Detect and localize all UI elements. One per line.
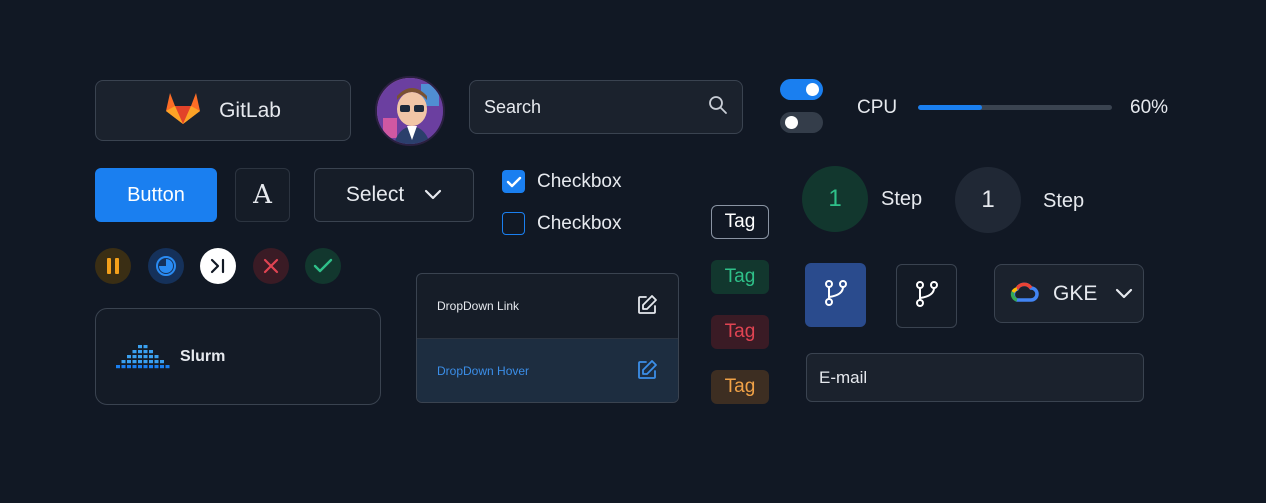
- slurm-logo-dot: [138, 365, 142, 369]
- google-cloud-icon: [1009, 280, 1039, 308]
- toggle-knob: [806, 83, 819, 96]
- edit-icon[interactable]: [636, 294, 658, 319]
- branch-button[interactable]: [896, 264, 957, 328]
- cpu-progress-fill: [918, 105, 983, 110]
- email-placeholder: E-mail: [819, 367, 868, 387]
- font-button[interactable]: A: [235, 168, 290, 222]
- gke-label: GKE: [1053, 281, 1098, 305]
- slurm-logo-dot: [127, 360, 131, 364]
- gitlab-button-label: GitLab: [219, 98, 281, 122]
- search-placeholder: Search: [484, 96, 542, 117]
- slurm-logo-dot: [149, 360, 153, 364]
- cpu-progress-bar: [918, 105, 1112, 110]
- step-indicator-active[interactable]: 1: [802, 166, 868, 232]
- slurm-logo-dot: [127, 365, 131, 369]
- dropdown-item-label: DropDown Link: [437, 299, 520, 313]
- slurm-card[interactable]: Slurm: [95, 308, 381, 405]
- checkbox-box: [502, 212, 525, 235]
- avatar[interactable]: [375, 76, 445, 146]
- toggle-on[interactable]: [780, 79, 823, 100]
- gitlab-logo-icon: [165, 91, 201, 131]
- select-label: Select: [345, 183, 405, 206]
- close-icon[interactable]: [253, 248, 289, 284]
- slurm-logo-dot: [154, 355, 159, 359]
- skip-next-icon[interactable]: [200, 248, 236, 284]
- gitlab-button[interactable]: GitLab: [95, 80, 351, 141]
- checkbox-label: Checkbox: [537, 212, 622, 234]
- slurm-logo-icon: [114, 339, 172, 374]
- check-icon[interactable]: [305, 248, 341, 284]
- pause-icon[interactable]: [95, 248, 131, 284]
- slurm-logo-dot: [121, 360, 126, 364]
- dropdown-menu: DropDown Link DropDown Hover: [416, 273, 679, 403]
- slurm-logo-dot: [149, 355, 153, 359]
- toggle-off[interactable]: [780, 112, 823, 133]
- slurm-logo-dot: [149, 350, 153, 354]
- gke-select[interactable]: GKE: [994, 264, 1144, 323]
- email-field[interactable]: E-mail: [806, 353, 1144, 402]
- search-icon[interactable]: [708, 95, 728, 120]
- checkbox-checked[interactable]: Checkbox: [502, 170, 622, 193]
- slurm-logo-dot: [154, 365, 159, 369]
- step-label: Step: [1043, 190, 1085, 212]
- slurm-logo-dot: [143, 350, 148, 354]
- slurm-logo-dot: [127, 355, 131, 359]
- select-dropdown[interactable]: Select: [314, 168, 474, 222]
- dropdown-item[interactable]: DropDown Link: [417, 274, 678, 338]
- git-branch-icon: [914, 280, 940, 313]
- tag-default[interactable]: Tag: [711, 205, 769, 239]
- slurm-logo-dot: [160, 365, 164, 369]
- slurm-label: Slurm: [180, 347, 226, 365]
- slurm-logo-dot: [132, 355, 137, 359]
- slurm-logo-dot: [143, 365, 148, 369]
- step-indicator[interactable]: 1: [955, 167, 1021, 233]
- slurm-logo-dot: [149, 365, 153, 369]
- cpu-value: 60%: [1130, 97, 1169, 118]
- slurm-logo-dot: [154, 360, 159, 364]
- branch-button-active[interactable]: [805, 263, 866, 327]
- slurm-logo-dot: [132, 360, 137, 364]
- slurm-logo-dot: [138, 355, 142, 359]
- primary-button[interactable]: Button: [95, 168, 217, 222]
- slurm-logo-dot: [143, 355, 148, 359]
- dropdown-item-hover[interactable]: DropDown Hover: [417, 338, 678, 402]
- dropdown-item-label: DropDown Hover: [437, 364, 530, 378]
- slurm-logo-dot: [165, 365, 170, 369]
- progress-icon[interactable]: [148, 248, 184, 284]
- slurm-logo-dot: [160, 360, 164, 364]
- font-button-label: A: [253, 180, 272, 210]
- slurm-logo-dot: [116, 365, 120, 369]
- slurm-logo-dot: [132, 350, 137, 354]
- slurm-logo-dot: [138, 350, 142, 354]
- chevron-down-icon: [424, 183, 442, 207]
- slurm-logo-dot: [143, 345, 148, 349]
- slurm-logo-dot: [132, 365, 137, 369]
- check-icon: [502, 170, 525, 193]
- slurm-logo-dot: [138, 360, 142, 364]
- checkbox-label: Checkbox: [537, 170, 622, 192]
- slurm-logo-dot: [143, 360, 148, 364]
- chevron-down-icon: [1115, 282, 1133, 306]
- step-label: Step: [881, 188, 923, 210]
- tag-success[interactable]: Tag: [711, 260, 769, 294]
- search-input[interactable]: Search: [469, 80, 743, 134]
- tag-danger[interactable]: Tag: [711, 315, 769, 349]
- edit-icon[interactable]: [636, 359, 658, 384]
- tag-warning[interactable]: Tag: [711, 370, 769, 404]
- toggle-knob: [785, 116, 798, 129]
- git-branch-icon: [823, 279, 849, 312]
- slurm-logo-dot: [138, 345, 142, 349]
- slurm-logo-dot: [121, 365, 126, 369]
- checkbox-unchecked[interactable]: Checkbox: [502, 212, 622, 235]
- cpu-label: CPU: [857, 97, 898, 118]
